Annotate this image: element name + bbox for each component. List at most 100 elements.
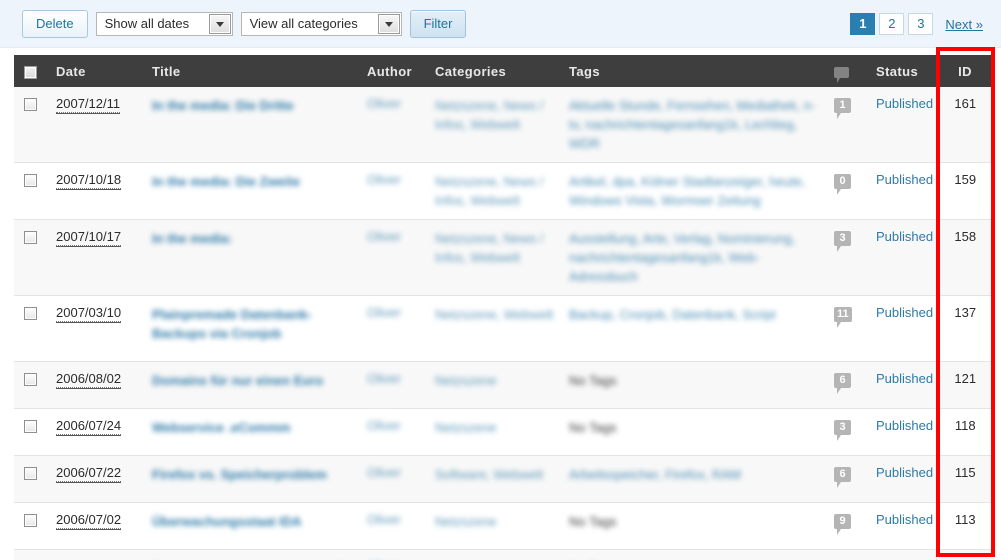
cell-id: 115 (936, 456, 994, 503)
status-badge: Published (876, 96, 933, 111)
comment-count-badge[interactable]: 0 (834, 174, 851, 189)
category-links[interactable]: Netzszene, News / Infos, Webwelt (435, 98, 543, 132)
category-links[interactable]: Netzszene, Webwelt (435, 307, 553, 322)
comment-count-badge[interactable]: 9 (834, 514, 851, 529)
tag-links[interactable]: Artikel, dpa, Kölner Stadtanzeiger, heut… (569, 174, 805, 208)
cell-comments: 0 (824, 550, 866, 560)
author-link[interactable]: Oliver (367, 229, 401, 244)
date-link[interactable]: 2007/10/18 (56, 172, 121, 189)
page-2-button[interactable]: 2 (879, 13, 904, 35)
author-link[interactable]: Oliver (367, 512, 401, 527)
author-link[interactable]: Oliver (367, 305, 401, 320)
comment-count-badge[interactable]: 3 (834, 420, 851, 435)
category-links[interactable]: Netzszene (435, 514, 496, 529)
author-link[interactable]: Oliver (367, 96, 401, 111)
tag-links[interactable]: Arbeitsspeicher, Firefox, RAM (569, 467, 741, 482)
delete-button[interactable]: Delete (22, 10, 88, 38)
comment-count-badge[interactable]: 6 (834, 467, 851, 482)
date-link[interactable]: 2006/07/02 (56, 512, 121, 529)
table-row[interactable]: 2007/10/18 In the media: Die Zweite Oliver… (14, 163, 994, 220)
comment-count-badge[interactable]: 1 (834, 98, 851, 113)
cell-title: In the media: Die Dritte (142, 87, 357, 163)
cell-author: Oliver (357, 409, 425, 456)
cell-author: Oliver (357, 163, 425, 220)
row-checkbox[interactable] (24, 373, 37, 386)
post-title-link[interactable]: In the media: Die Dritte (152, 98, 294, 113)
column-header-date[interactable]: Date (46, 55, 142, 87)
date-link[interactable]: 2007/12/11 (56, 96, 120, 113)
table-row[interactable]: 2006/08/02 Domains für nur einen Euro Oliv… (14, 362, 994, 409)
row-checkbox[interactable] (24, 231, 37, 244)
table-row[interactable]: 2006/06/26Das etwas andere Interview mit… (14, 550, 994, 560)
category-filter-select[interactable]: View all categories (241, 12, 402, 36)
date-link[interactable]: 2006/07/22 (56, 465, 121, 482)
row-checkbox[interactable] (24, 98, 37, 111)
select-all-checkbox[interactable] (24, 66, 37, 79)
tag-links[interactable]: Ausstellung, Arte, Verlag, Nominierung, … (569, 231, 795, 284)
post-title-link[interactable]: In the media: Die Zweite (152, 174, 300, 189)
filter-button[interactable]: Filter (410, 10, 467, 38)
cell-author: Oliver (357, 550, 425, 560)
date-link[interactable]: 2007/10/17 (56, 229, 121, 246)
post-title-link[interactable]: Plainpremade Datenbank-Backups via Cronj… (152, 307, 312, 341)
post-title-link[interactable]: In the media: (152, 231, 232, 246)
row-checkbox[interactable] (24, 467, 37, 480)
comment-count-badge[interactable]: 3 (834, 231, 851, 246)
cell-comments: 0 (824, 163, 866, 220)
column-header-tags[interactable]: Tags (559, 55, 824, 87)
cell-title: Plainpremade Datenbank-Backups via Cronj… (142, 296, 357, 362)
status-badge: Published (876, 229, 933, 244)
table-row[interactable]: 2006/07/24 Webservice .eCommm Oliver Netzsz… (14, 409, 994, 456)
column-header-author[interactable]: Author (357, 55, 425, 87)
column-header-categories[interactable]: Categories (425, 55, 559, 87)
list-toolbar: Delete Show all dates View all categorie… (0, 0, 1001, 48)
row-checkbox[interactable] (24, 420, 37, 433)
column-header-comments[interactable] (824, 55, 866, 87)
table-row[interactable]: 2007/03/10 Plainpremade Datenbank-Backups… (14, 296, 994, 362)
row-checkbox[interactable] (24, 514, 37, 527)
table-row[interactable]: 2006/07/22 Firefox vs. Speicherproblem Oli… (14, 456, 994, 503)
post-title-link[interactable]: Domains für nur einen Euro (152, 373, 323, 388)
category-links[interactable]: Software, Webwelt (435, 467, 543, 482)
cell-date: 2006/07/24 (46, 409, 142, 456)
page-1-button[interactable]: 1 (850, 13, 875, 35)
status-badge: Published (876, 512, 933, 527)
date-link[interactable]: 2006/07/24 (56, 418, 121, 435)
row-select-cell (14, 163, 46, 220)
table-row[interactable]: 2007/10/17 In the media: Oliver Netzszene, … (14, 220, 994, 296)
comment-count-badge[interactable]: 6 (834, 373, 851, 388)
column-header-status[interactable]: Status (866, 55, 936, 87)
cell-status: Published (866, 550, 936, 560)
row-checkbox[interactable] (24, 174, 37, 187)
author-link[interactable]: Oliver (367, 371, 401, 386)
table-row[interactable]: 2006/07/02 Überwachungsstaat IDA Oliver Net… (14, 503, 994, 550)
category-links[interactable]: Netzszene (435, 373, 496, 388)
chevron-down-icon[interactable] (209, 14, 231, 34)
author-link[interactable]: Oliver (367, 172, 401, 187)
author-link[interactable]: Oliver (367, 418, 401, 433)
cell-status: Published (866, 220, 936, 296)
tag-links[interactable]: Backup, Cronjob, Datenbank, Script (569, 307, 776, 322)
category-links[interactable]: Netzszene (435, 420, 496, 435)
table-row[interactable]: 2007/12/11 In the media: Die Dritte Oliver… (14, 87, 994, 163)
next-page-link[interactable]: Next » (945, 17, 983, 32)
post-title-link[interactable]: Webservice .eCommm (152, 420, 291, 435)
column-header-id[interactable]: ID (936, 55, 994, 87)
row-checkbox[interactable] (24, 307, 37, 320)
post-title-link[interactable]: Überwachungsstaat IDA (152, 514, 302, 529)
column-header-title[interactable]: Title (142, 55, 357, 87)
date-link[interactable]: 2006/08/02 (56, 371, 121, 388)
cell-status: Published (866, 296, 936, 362)
category-links[interactable]: Netzszene, News / Infos, Webwelt (435, 174, 543, 208)
post-title-link[interactable]: Firefox vs. Speicherproblem (152, 467, 327, 482)
date-filter-select[interactable]: Show all dates (96, 12, 233, 36)
comment-count-badge[interactable]: 11 (834, 307, 852, 322)
date-link[interactable]: 2007/03/10 (56, 305, 121, 322)
cell-categories: Netzszene (425, 362, 559, 409)
author-link[interactable]: Oliver (367, 465, 401, 480)
category-links[interactable]: Netzszene, News / Infos, Webwelt (435, 231, 543, 265)
tag-links[interactable]: Aktuelle Stunde, Fernsehen, Mediathek, n… (569, 98, 815, 151)
page-3-button[interactable]: 3 (908, 13, 933, 35)
cell-author: Oliver (357, 296, 425, 362)
chevron-down-icon[interactable] (378, 14, 400, 34)
